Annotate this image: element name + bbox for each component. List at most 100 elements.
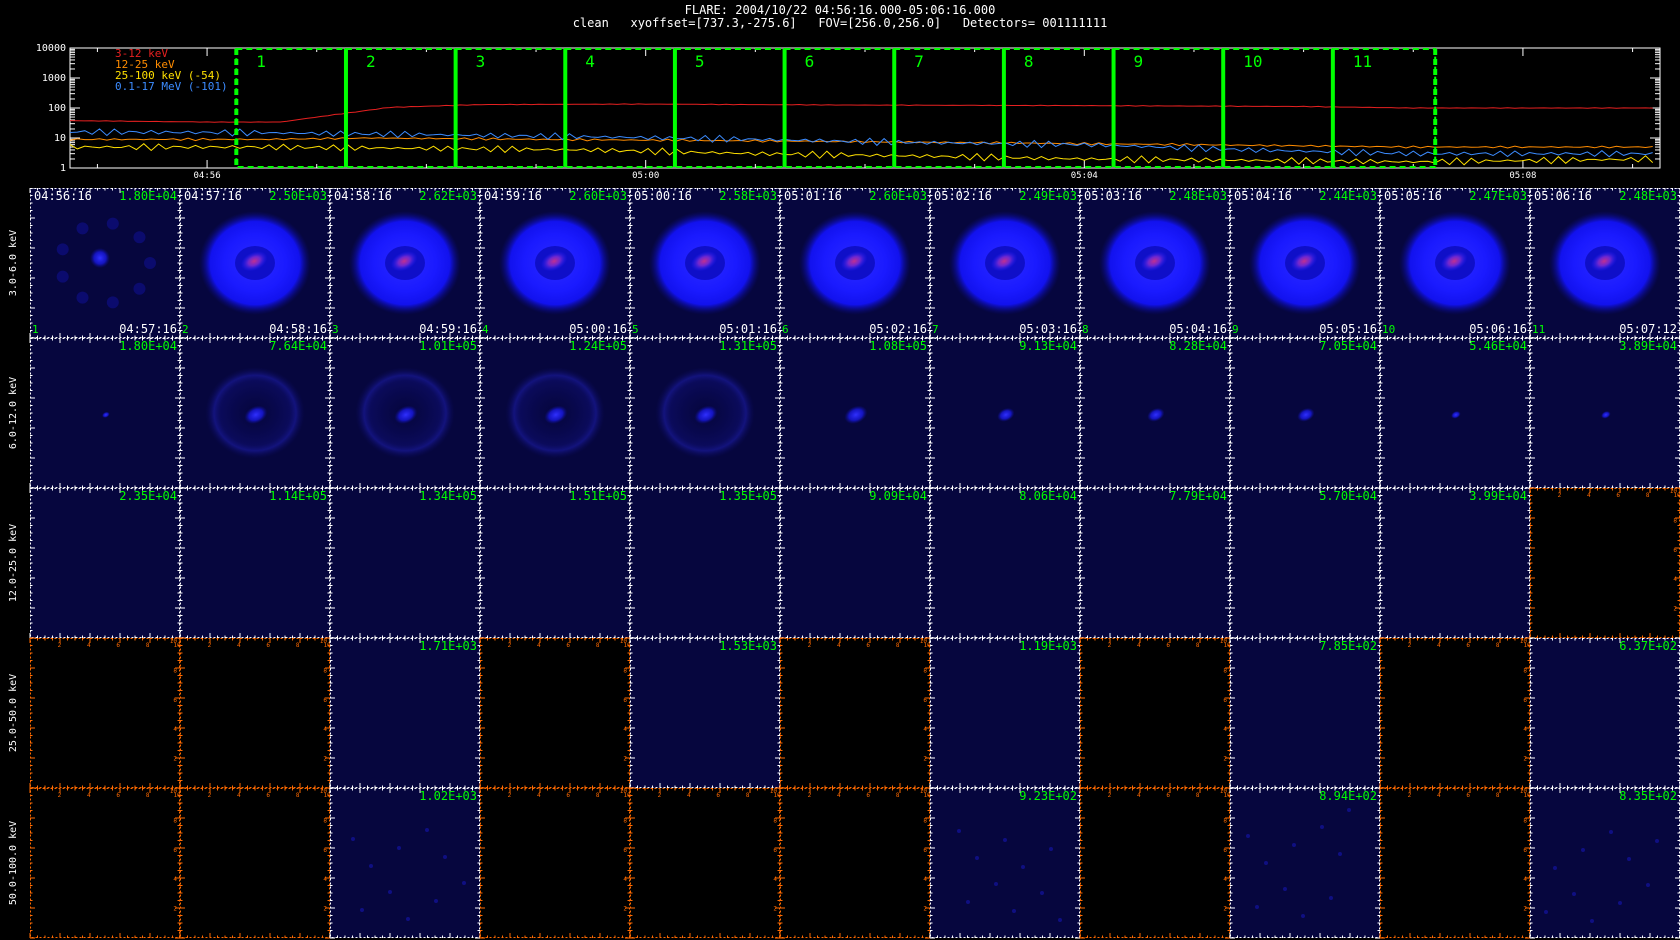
panel-tick-label: 6	[1673, 547, 1677, 554]
panel-tick-label: 6	[1223, 847, 1227, 854]
panel-max-value: 2.47E+03	[1469, 189, 1527, 203]
image-panel	[630, 638, 780, 788]
panel-max-value: 3.99E+04	[1469, 489, 1527, 503]
panel-tick-label: 4	[1223, 726, 1227, 733]
panel-tick-label: 8	[1523, 667, 1527, 674]
noise-speck	[1058, 918, 1062, 922]
interval-label: 2	[366, 52, 376, 71]
panel-max-value: 1.14E+05	[269, 489, 327, 503]
panel-tick-label: 6	[866, 792, 870, 799]
panel-max-value: 2.48E+03	[1619, 189, 1677, 203]
image-panel	[1230, 638, 1380, 788]
panel-tick-label: 4	[1587, 492, 1591, 499]
panel-tick-label: 6	[566, 792, 570, 799]
panel-tick-label: 2	[808, 792, 812, 799]
series-line	[69, 103, 1653, 123]
panel-max-value: 2.49E+03	[1019, 189, 1077, 203]
panel-end-time: 05:07:12	[1619, 322, 1677, 336]
sidelobe-blob	[56, 270, 69, 283]
panel-tick-label: 2	[508, 792, 512, 799]
panel-max-value: 1.53E+03	[719, 639, 777, 653]
panel-tick-label: 8	[923, 667, 927, 674]
panel-index: 8	[1082, 323, 1089, 336]
panel-tick-label: 6	[116, 792, 120, 799]
panel-tick-label: 4	[923, 726, 927, 733]
panel-max-value: 7.05E+04	[1319, 339, 1377, 353]
image-panel	[330, 488, 480, 638]
panel-tick-label: 6	[116, 642, 120, 649]
panel-max-value: 2.60E+03	[569, 189, 627, 203]
noise-speck	[957, 829, 961, 833]
panel-tick-label: 4	[623, 876, 627, 883]
panel-tick-label: 2	[323, 756, 327, 763]
empty-panel	[630, 788, 780, 938]
panel-max-value: 2.44E+03	[1319, 189, 1377, 203]
y-tick-label: 10000	[36, 43, 66, 54]
panel-max-value: 1.71E+03	[419, 639, 477, 653]
panel-tick-label: 8	[323, 667, 327, 674]
panel-tick-label: 10	[320, 638, 328, 645]
interval-box	[1002, 48, 1115, 168]
series-line	[69, 137, 1653, 149]
image-panel	[780, 488, 930, 638]
noise-speck	[966, 900, 970, 904]
panel-end-time: 04:57:16	[119, 322, 177, 336]
noise-speck	[360, 908, 364, 912]
panel-max-value: 2.50E+03	[269, 189, 327, 203]
panel-tick-label: 10	[620, 638, 628, 645]
panel-tick-label: 10	[620, 788, 628, 795]
panel-tick-label: 8	[923, 817, 927, 824]
panel-max-value: 6.37E+02	[1619, 639, 1677, 653]
panel-tick-label: 6	[866, 642, 870, 649]
empty-panel	[30, 638, 180, 788]
panel-end-time: 05:02:16	[869, 322, 927, 336]
panel-tick-label: 4	[1137, 642, 1141, 649]
image-panel	[330, 638, 480, 788]
panel-tick-label: 2	[1408, 642, 1412, 649]
energy-label: 50.0-100.0 keV	[8, 821, 19, 905]
panel-tick-label: 2	[173, 756, 177, 763]
panel-max-value: 3.89E+04	[1619, 339, 1677, 353]
panel-tick-label: 10	[1520, 638, 1528, 645]
panel-index: 11	[1532, 323, 1545, 336]
panel-index: 6	[782, 323, 789, 336]
panel-tick-label: 2	[1673, 606, 1677, 613]
y-tick-label: 1000	[42, 73, 66, 84]
sidelobe-blob	[133, 231, 146, 244]
sidelobe-blob	[106, 296, 119, 309]
panel-tick-label: 4	[237, 642, 241, 649]
panel-tick-label: 4	[173, 876, 177, 883]
image-panel	[930, 638, 1080, 788]
panel-tick-label: 6	[173, 697, 177, 704]
interval-label: 1	[256, 52, 266, 71]
panel-start-time: 05:01:16	[784, 189, 842, 203]
panel-tick-label: 4	[623, 726, 627, 733]
noise-speck	[1246, 834, 1250, 838]
image-parameters: clean xyoffset=[737.3,-275.6] FOV=[256.0…	[572, 16, 1108, 30]
panel-tick-label: 6	[623, 847, 627, 854]
panel-end-time: 05:03:16	[1019, 322, 1077, 336]
image-panel	[1230, 488, 1380, 638]
sidelobe-blob	[144, 257, 156, 269]
panel-tick-label: 4	[537, 792, 541, 799]
panel-tick-label: 6	[323, 697, 327, 704]
empty-panel	[30, 788, 180, 938]
panel-tick-label: 10	[920, 638, 928, 645]
panel-tick-label: 6	[1166, 642, 1170, 649]
image-grid: 3.0-6.0 keV 1.80E+04 04:56:16 04:57:16 1 2.50…	[8, 188, 1680, 939]
sidelobe-blob	[76, 291, 89, 304]
noise-speck	[1338, 852, 1342, 856]
panel-max-value: 9.13E+04	[1019, 339, 1077, 353]
panel-tick-label: 8	[896, 642, 900, 649]
empty-panel	[1080, 638, 1230, 788]
panel-tick-label: 2	[1108, 642, 1112, 649]
panel-max-value: 1.08E+05	[869, 339, 927, 353]
panel-tick-label: 8	[173, 817, 177, 824]
panel-start-time: 05:06:16	[1534, 189, 1592, 203]
x-tick-label: 05:04	[1071, 171, 1098, 180]
noise-speck	[1003, 838, 1007, 842]
panel-tick-label: 2	[208, 792, 212, 799]
sidelobe-blob	[56, 243, 69, 256]
panel-tick-label: 4	[687, 792, 691, 799]
panel-index: 3	[332, 323, 339, 336]
